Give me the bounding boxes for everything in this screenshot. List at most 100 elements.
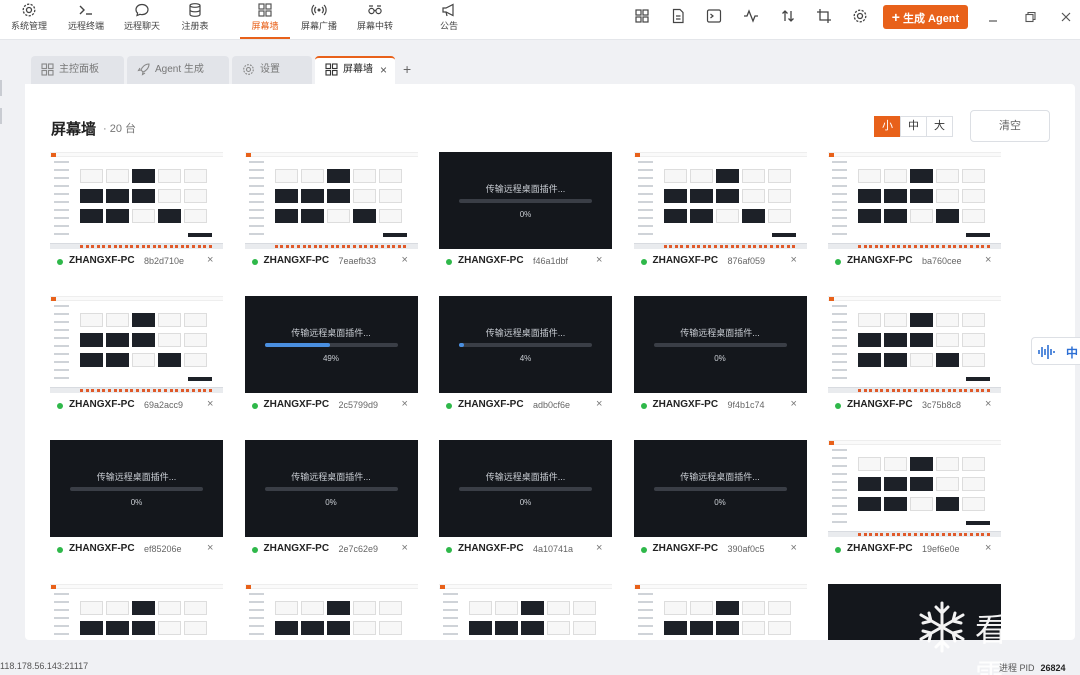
- activity-icon[interactable]: [743, 8, 759, 24]
- transfer-icon[interactable]: [780, 8, 796, 24]
- remove-tile-button[interactable]: ×: [596, 542, 602, 554]
- screen-tile[interactable]: ZHANGXF-PC 19ef6e0e ×: [828, 440, 1001, 564]
- remove-tile-button[interactable]: ×: [596, 398, 602, 410]
- tile-footer: ZHANGXF-PC 8b2d710e ×: [50, 252, 223, 272]
- remove-tile-button[interactable]: ×: [985, 398, 991, 410]
- plus-icon: +: [891, 9, 900, 25]
- host-name: ZHANGXF-PC: [847, 399, 913, 410]
- screen-tile[interactable]: ZHANGXF-PC 69a2acc9 ×: [50, 296, 223, 420]
- host-name: ZHANGXF-PC: [652, 543, 719, 554]
- tab-label: 设置: [260, 64, 280, 75]
- progress-percent: 4%: [519, 354, 532, 363]
- screen-loading: 传输远程桌面插件... 0%: [439, 152, 612, 249]
- nav-registry[interactable]: 注册表: [172, 0, 218, 40]
- screen-tile[interactable]: 传输远程桌面插件... 49% ZHANGXF-PC 2c5799d9 ×: [244, 296, 418, 420]
- nav-screen-relay[interactable]: 屏幕中转: [352, 0, 398, 40]
- nav-screen-broadcast[interactable]: 屏幕广播: [296, 0, 342, 40]
- screen-tile[interactable]: 传输远程桌面插件... 0% ZHANGXF-PC 2e7c62e9 ×: [244, 440, 418, 564]
- screen-thumbnail: [244, 584, 418, 640]
- host-name: ZHANGXF-PC: [847, 543, 913, 554]
- close-window-icon[interactable]: [1059, 10, 1073, 24]
- document-icon[interactable]: [670, 8, 686, 24]
- online-status-dot: [251, 403, 258, 409]
- clear-button[interactable]: 清空: [970, 110, 1050, 142]
- tile-footer: ZHANGXF-PC ba760cee ×: [828, 252, 1001, 272]
- restore-icon[interactable]: [1023, 10, 1037, 24]
- crop-icon[interactable]: [816, 8, 832, 24]
- settings-icon[interactable]: [852, 8, 868, 24]
- loading-text: 传输远程桌面插件...: [291, 472, 371, 482]
- remove-tile-button[interactable]: ×: [596, 254, 602, 266]
- terminal-window-icon[interactable]: [706, 8, 722, 24]
- tile-footer: ZHANGXF-PC 2e7c62e9 ×: [245, 540, 418, 560]
- tab-settings[interactable]: 设置: [232, 56, 312, 84]
- remove-tile-button[interactable]: ×: [985, 542, 991, 554]
- tab-close-button[interactable]: ×: [380, 58, 387, 82]
- remove-tile-button[interactable]: ×: [791, 398, 797, 410]
- screen-loading: 传输远程桌面插件... 0%: [633, 440, 807, 537]
- remove-tile-button[interactable]: ×: [791, 254, 797, 266]
- remove-tile-button[interactable]: ×: [791, 542, 797, 554]
- minimize-icon[interactable]: [986, 10, 1000, 24]
- screen-tile[interactable]: [244, 584, 418, 640]
- screen-thumbnail: [828, 296, 1001, 393]
- device-id: 9f4b1c74: [727, 400, 765, 410]
- nav-remote-terminal[interactable]: 远程终端: [63, 0, 109, 40]
- add-tab-button[interactable]: +: [403, 61, 411, 77]
- active-underline: [240, 37, 290, 39]
- relay-icon: [368, 5, 382, 15]
- screen-tile[interactable]: ZHANGXF-PC ba760cee ×: [828, 152, 1001, 276]
- remove-tile-button[interactable]: ×: [985, 254, 991, 266]
- screen-loading: 传输远程桌面插件... 0%: [633, 296, 807, 393]
- nav-label: 屏幕广播: [300, 21, 337, 31]
- nav-announcement[interactable]: 公告: [426, 0, 472, 40]
- screen-tile[interactable]: 传输远程桌面插件... 0% ZHANGXF-PC 9f4b1c74 ×: [633, 296, 807, 420]
- tab-agent-generate[interactable]: Agent 生成: [127, 56, 229, 84]
- host-name: ZHANGXF-PC: [458, 399, 524, 410]
- nav-screen-wall[interactable]: 屏幕墙: [240, 0, 290, 40]
- size-large-button[interactable]: 大: [926, 116, 953, 137]
- remove-tile-button[interactable]: ×: [207, 398, 213, 410]
- screen-tile[interactable]: [50, 584, 223, 640]
- remove-tile-button[interactable]: ×: [207, 542, 213, 554]
- host-name: ZHANGXF-PC: [263, 543, 330, 554]
- dashboard-icon[interactable]: [634, 8, 650, 24]
- screen-tile[interactable]: 传输远程桌面插件... 4% ZHANGXF-PC adb0cf6e ×: [439, 296, 612, 420]
- size-small-button[interactable]: 小: [874, 116, 901, 137]
- screen-tile[interactable]: 传输远程桌面插件... 0% ZHANGXF-PC 390af0c5 ×: [633, 440, 807, 564]
- screen-tile[interactable]: ZHANGXF-PC 3c75b8c8 ×: [828, 296, 1001, 420]
- device-id: 7eaefb33: [338, 256, 377, 266]
- nav-remote-chat[interactable]: 远程聊天: [119, 0, 165, 40]
- progress-bar: [264, 487, 398, 491]
- remove-tile-button[interactable]: ×: [207, 254, 213, 266]
- loading-text: 传输远程桌面插件...: [485, 184, 566, 194]
- screen-tile[interactable]: 传输远程桌面插件... 0% ZHANGXF-PC 4a10741a ×: [439, 440, 612, 564]
- watermark: 看雪: [915, 596, 1035, 675]
- screen-thumbnail: [439, 584, 612, 640]
- online-status-dot: [57, 547, 63, 553]
- remove-tile-button[interactable]: ×: [402, 254, 408, 266]
- snowflake-icon: [919, 601, 965, 653]
- side-float-tab[interactable]: 中: [1031, 337, 1080, 365]
- screen-loading: 传输远程桌面插件... 4%: [439, 296, 612, 393]
- tile-footer: ZHANGXF-PC f46a1dbf ×: [439, 252, 612, 272]
- screen-thumbnail: [828, 152, 1001, 249]
- screen-tile[interactable]: ZHANGXF-PC 876af059 ×: [633, 152, 807, 276]
- online-status-dot: [640, 403, 647, 409]
- nav-system-management[interactable]: 系统管理: [6, 0, 52, 40]
- screen-tile[interactable]: ZHANGXF-PC 7eaefb33 ×: [244, 152, 418, 276]
- tab-screen-wall[interactable]: 屏幕墙 ×: [315, 56, 395, 84]
- screen-tile[interactable]: [633, 584, 807, 640]
- screen-tile[interactable]: 传输远程桌面插件... 0% ZHANGXF-PC ef85206e ×: [50, 440, 223, 564]
- screen-tile[interactable]: [439, 584, 612, 640]
- screen-tile[interactable]: 传输远程桌面插件... 0% ZHANGXF-PC f46a1dbf ×: [439, 152, 612, 276]
- online-status-dot: [57, 259, 63, 265]
- size-medium-button[interactable]: 中: [900, 116, 927, 137]
- remove-tile-button[interactable]: ×: [402, 542, 408, 554]
- screen-tile[interactable]: ZHANGXF-PC 8b2d710e ×: [50, 152, 223, 276]
- remove-tile-button[interactable]: ×: [402, 398, 408, 410]
- online-status-dot: [835, 259, 841, 265]
- rocket-icon: [137, 63, 150, 76]
- tab-dashboard[interactable]: 主控面板: [31, 56, 124, 84]
- generate-agent-button[interactable]: + 生成 Agent: [883, 5, 968, 29]
